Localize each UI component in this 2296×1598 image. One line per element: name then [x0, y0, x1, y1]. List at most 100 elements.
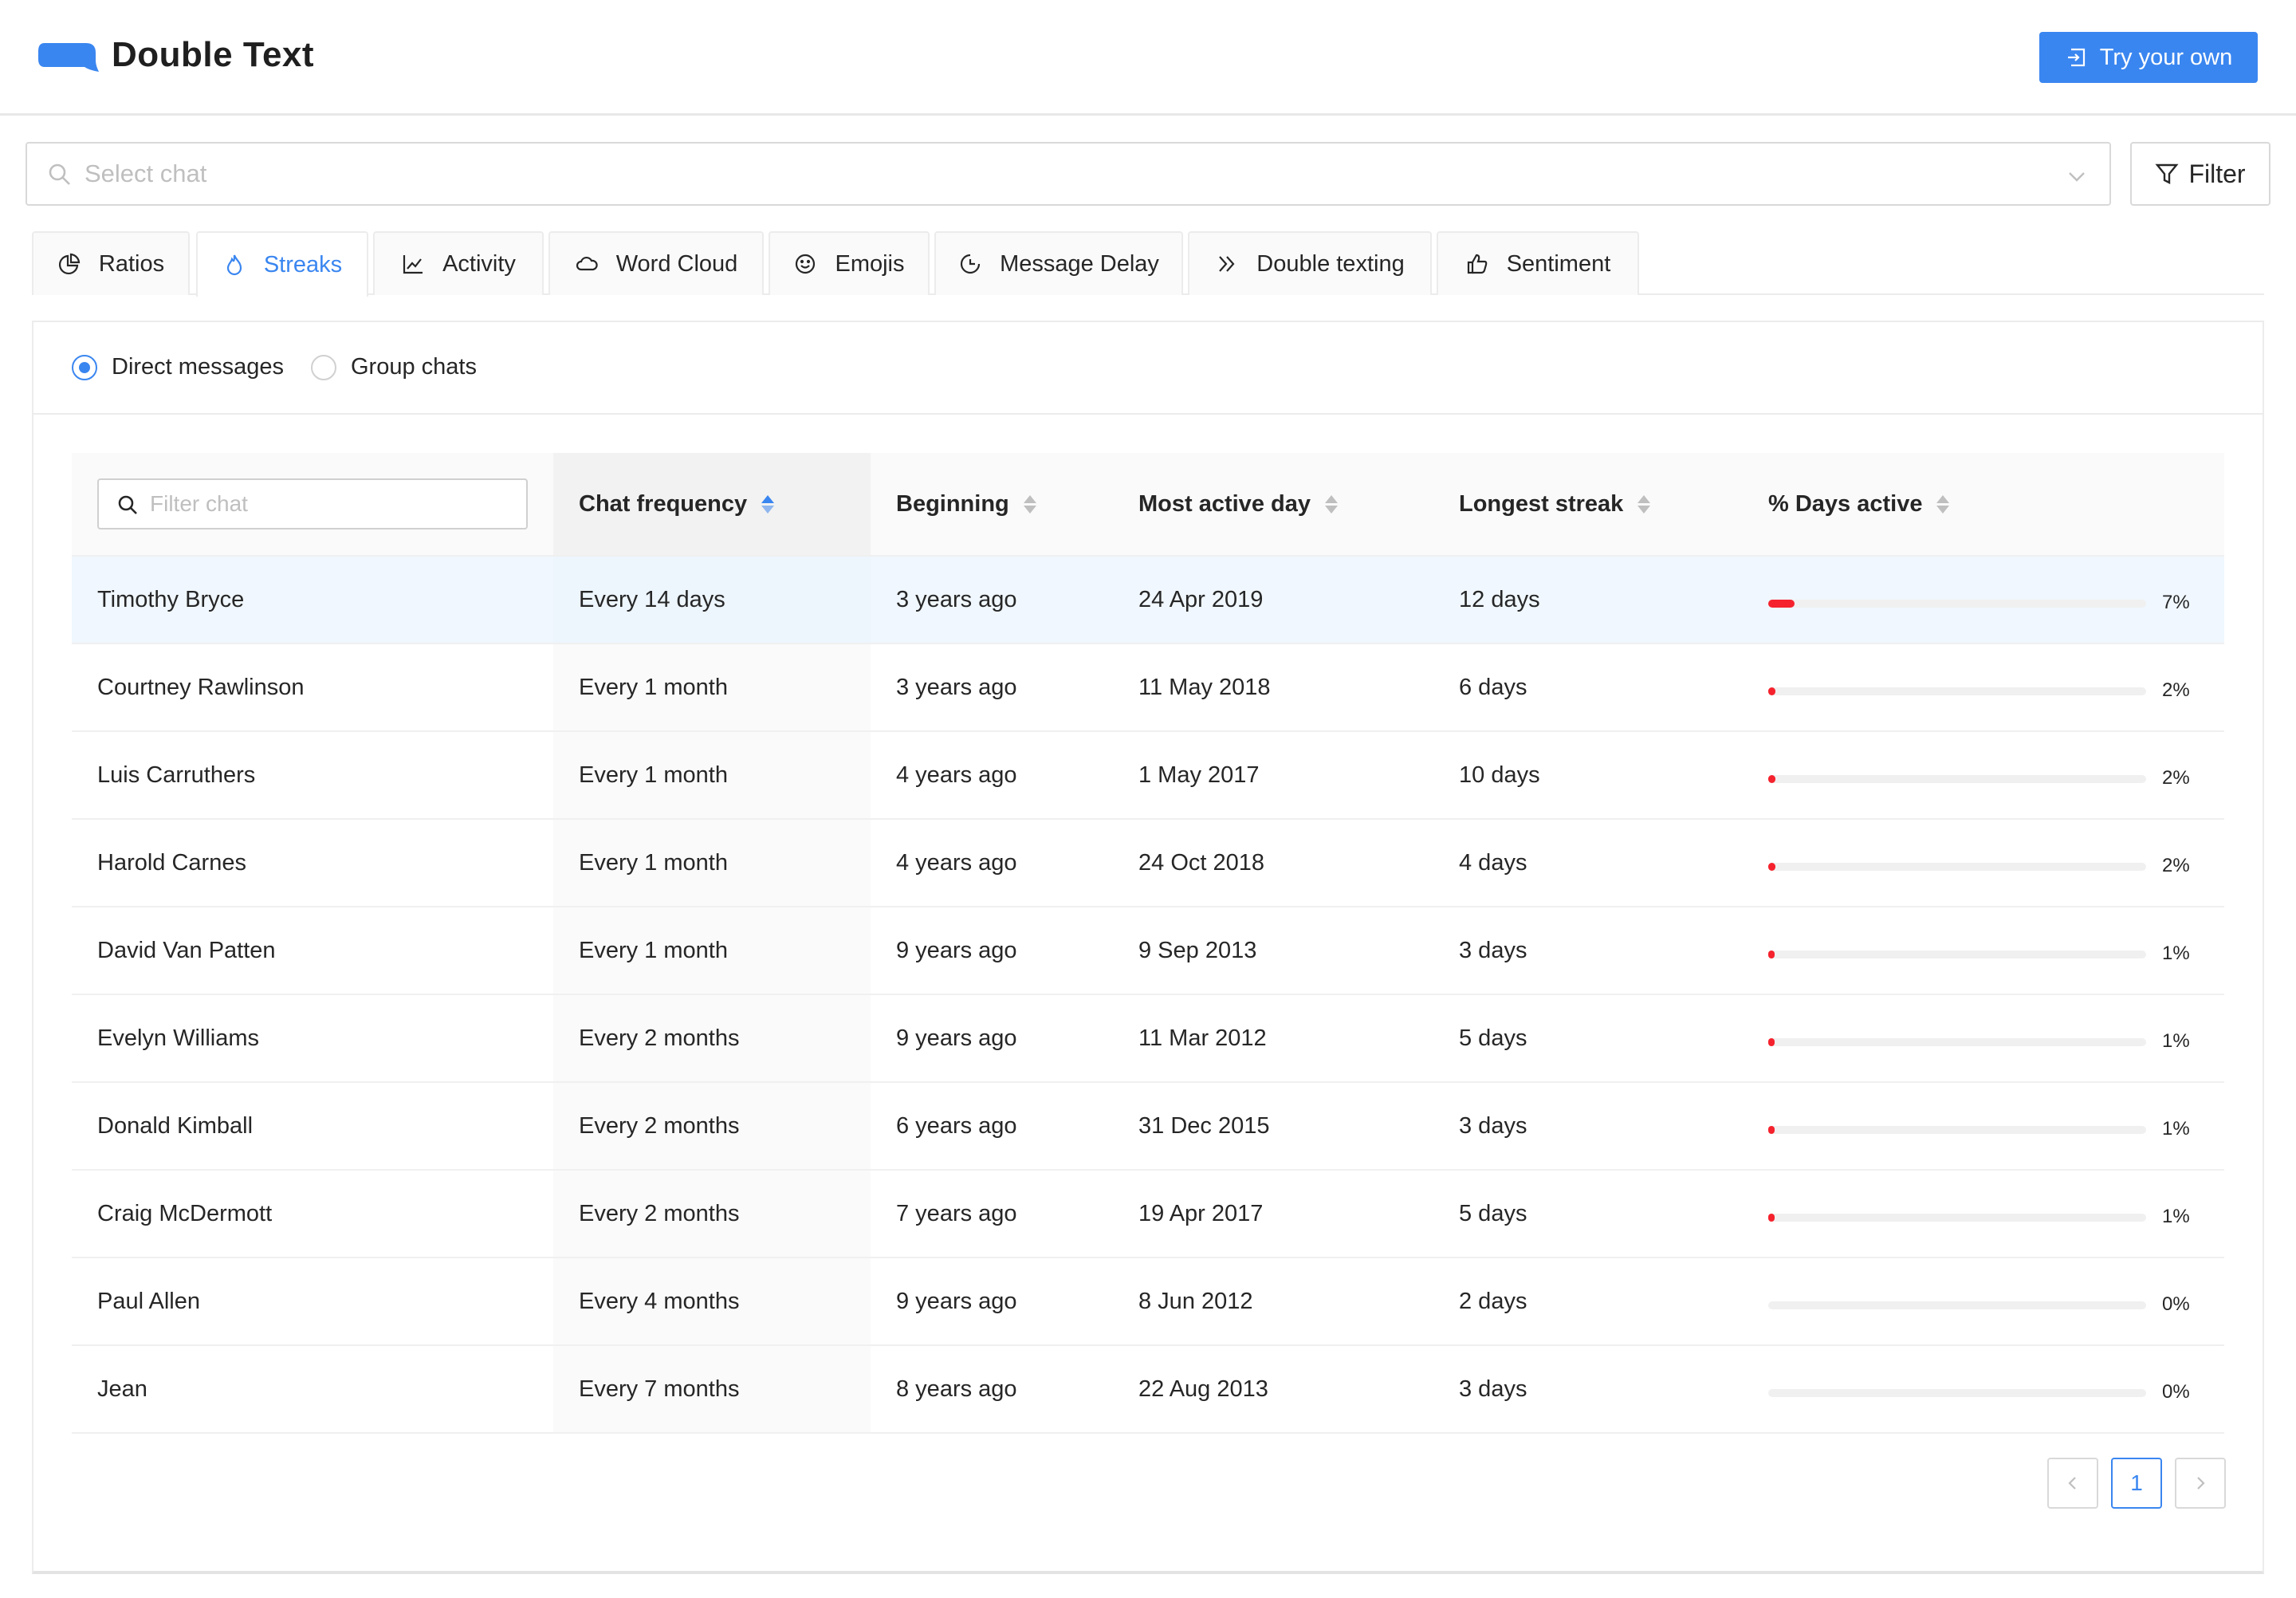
cell-longest-streak: 5 days	[1459, 1025, 1527, 1051]
column-header-beginning[interactable]: Beginning	[896, 491, 1036, 518]
tab-ratios[interactable]: Ratios	[32, 231, 190, 295]
chevron-left-icon	[2068, 1477, 2076, 1490]
cell-frequency: Every 1 month	[579, 850, 728, 876]
prev-page-button[interactable]	[2047, 1458, 2098, 1509]
table-row[interactable]: Jean Every 7 months 8 years ago 22 Aug 2013…	[72, 1346, 2224, 1434]
cell-most-active-day: 1 May 2017	[1138, 762, 1260, 788]
cell-most-active-day: 9 Sep 2013	[1138, 938, 1257, 963]
next-page-button[interactable]	[2175, 1458, 2226, 1509]
tab-bar: Ratios Streaks Activity Word Cloud Emoji…	[32, 231, 2264, 297]
cell-name: David Van Patten	[97, 938, 276, 963]
table-row[interactable]: Harold Carnes Every 1 month 4 years ago 24 …	[72, 820, 2224, 907]
tab-streaks[interactable]: Streaks	[196, 231, 368, 297]
cell-name: Evelyn Williams	[97, 1025, 260, 1051]
streaks-panel: Direct messages Group chats Chat frequen…	[32, 321, 2264, 1574]
cell-days-active-percent: 1%	[2162, 943, 2190, 964]
funnel-icon	[2155, 163, 2179, 184]
radio-dot-checked	[72, 354, 97, 380]
tab-label: Message Delay	[1000, 250, 1159, 277]
column-header-chat-frequency[interactable]: Chat frequency	[579, 491, 775, 518]
page-1-button[interactable]: 1	[2111, 1458, 2162, 1509]
table-row[interactable]: Timothy Bryce Every 14 days 3 years ago 24 …	[72, 557, 2224, 644]
try-your-own-button[interactable]: Try your own	[2039, 32, 2258, 83]
cell-name: Donald Kimball	[97, 1113, 254, 1139]
chevron-right-icon	[2197, 1477, 2205, 1490]
tab-sentiment[interactable]: Sentiment	[1437, 231, 1639, 295]
days-active-progress-bar	[1768, 951, 2146, 958]
cell-longest-streak: 4 days	[1459, 850, 1527, 876]
cell-most-active-day: 11 May 2018	[1138, 675, 1271, 700]
radio-group-chats[interactable]: Group chats	[311, 354, 477, 380]
table-body: Timothy Bryce Every 14 days 3 years ago 24 …	[72, 557, 2224, 1434]
radio-dot	[311, 354, 336, 380]
cell-beginning: 9 years ago	[896, 1025, 1017, 1051]
cell-days-active-percent: 2%	[2162, 855, 2190, 876]
days-active-progress-fill	[1768, 1038, 1775, 1046]
clock-icon	[961, 254, 981, 274]
column-title: Chat frequency	[579, 491, 748, 517]
cell-days-active-percent: 2%	[2162, 767, 2190, 789]
tab-message-delay[interactable]: Message Delay	[934, 231, 1183, 295]
chat-type-radio-group: Direct messages Group chats	[33, 322, 2263, 415]
cell-frequency: Every 4 months	[579, 1289, 740, 1314]
cell-longest-streak: 3 days	[1459, 938, 1527, 963]
flame-icon	[226, 254, 242, 276]
cell-beginning: 8 years ago	[896, 1376, 1017, 1402]
line-chart-icon	[403, 255, 423, 274]
tab-label: Emojis	[835, 250, 905, 277]
column-header-longest-streak[interactable]: Longest streak	[1459, 491, 1651, 518]
tab-double-texting[interactable]: Double texting	[1188, 231, 1432, 295]
chat-select[interactable]: Select chat	[26, 142, 2111, 206]
days-active-progress-fill	[1768, 775, 1776, 783]
page-number: 1	[2130, 1470, 2143, 1495]
column-header-days-active[interactable]: % Days active	[1768, 491, 1950, 518]
table-row[interactable]: Donald Kimball Every 2 months 6 years ago 3…	[72, 1083, 2224, 1171]
sort-icon	[1324, 495, 1338, 514]
days-active-progress-fill	[1768, 1214, 1775, 1222]
cell-beginning: 9 years ago	[896, 938, 1017, 963]
import-icon	[2067, 48, 2085, 67]
cell-days-active-percent: 0%	[2162, 1381, 2190, 1403]
table-row[interactable]: Paul Allen Every 4 months 9 years ago 8 Jun…	[72, 1258, 2224, 1346]
days-active-progress-bar	[1768, 775, 2146, 783]
days-active-progress-bar	[1768, 1301, 2146, 1309]
sort-icon	[1023, 495, 1036, 514]
table-row[interactable]: David Van Patten Every 1 month 9 years ago…	[72, 907, 2224, 995]
table-row[interactable]: Craig McDermott Every 2 months 7 years ago…	[72, 1171, 2224, 1258]
table-header: Chat frequency Beginning Most active day…	[72, 453, 2224, 557]
streaks-table: Chat frequency Beginning Most active day…	[72, 453, 2224, 1434]
cell-frequency: Every 1 month	[579, 762, 728, 788]
filter-button[interactable]: Filter	[2130, 142, 2270, 206]
cell-frequency: Every 2 months	[579, 1201, 740, 1226]
cell-longest-streak: 3 days	[1459, 1376, 1527, 1402]
column-title: % Days active	[1768, 491, 1923, 517]
radio-direct-messages[interactable]: Direct messages	[72, 354, 284, 380]
speech-bubble-icon	[38, 43, 99, 72]
filter-chat-field[interactable]	[150, 486, 517, 522]
cell-name: Courtney Rawlinson	[97, 675, 305, 700]
filter-chat-input[interactable]	[97, 478, 528, 529]
tab-label: Double texting	[1256, 250, 1405, 277]
table-row[interactable]: Courtney Rawlinson Every 1 month 3 years a…	[72, 644, 2224, 732]
table-row[interactable]: Evelyn Williams Every 2 months 9 years ago…	[72, 995, 2224, 1083]
tab-label: Sentiment	[1506, 250, 1611, 277]
tab-activity[interactable]: Activity	[373, 231, 544, 295]
table-row[interactable]: Luis Carruthers Every 1 month 4 years ago 1…	[72, 732, 2224, 820]
sort-icon	[1936, 495, 1950, 514]
app-title: Double Text	[112, 35, 315, 74]
tab-word-cloud[interactable]: Word Cloud	[548, 231, 764, 295]
radio-label: Group chats	[351, 354, 477, 380]
filter-button-label: Filter	[2188, 159, 2246, 188]
tab-label: Activity	[442, 250, 516, 277]
tab-label: Word Cloud	[615, 250, 738, 277]
cell-name: Luis Carruthers	[97, 762, 256, 788]
cell-longest-streak: 6 days	[1459, 675, 1527, 700]
sort-icon	[1637, 495, 1651, 514]
cell-beginning: 3 years ago	[896, 587, 1017, 612]
tab-emojis[interactable]: Emojis	[769, 231, 930, 295]
try-your-own-label: Try your own	[2099, 44, 2233, 70]
chat-select-placeholder: Select chat	[85, 159, 207, 187]
search-icon	[118, 495, 137, 514]
column-header-most-active-day[interactable]: Most active day	[1138, 491, 1338, 518]
cell-name: Timothy Bryce	[97, 587, 245, 612]
